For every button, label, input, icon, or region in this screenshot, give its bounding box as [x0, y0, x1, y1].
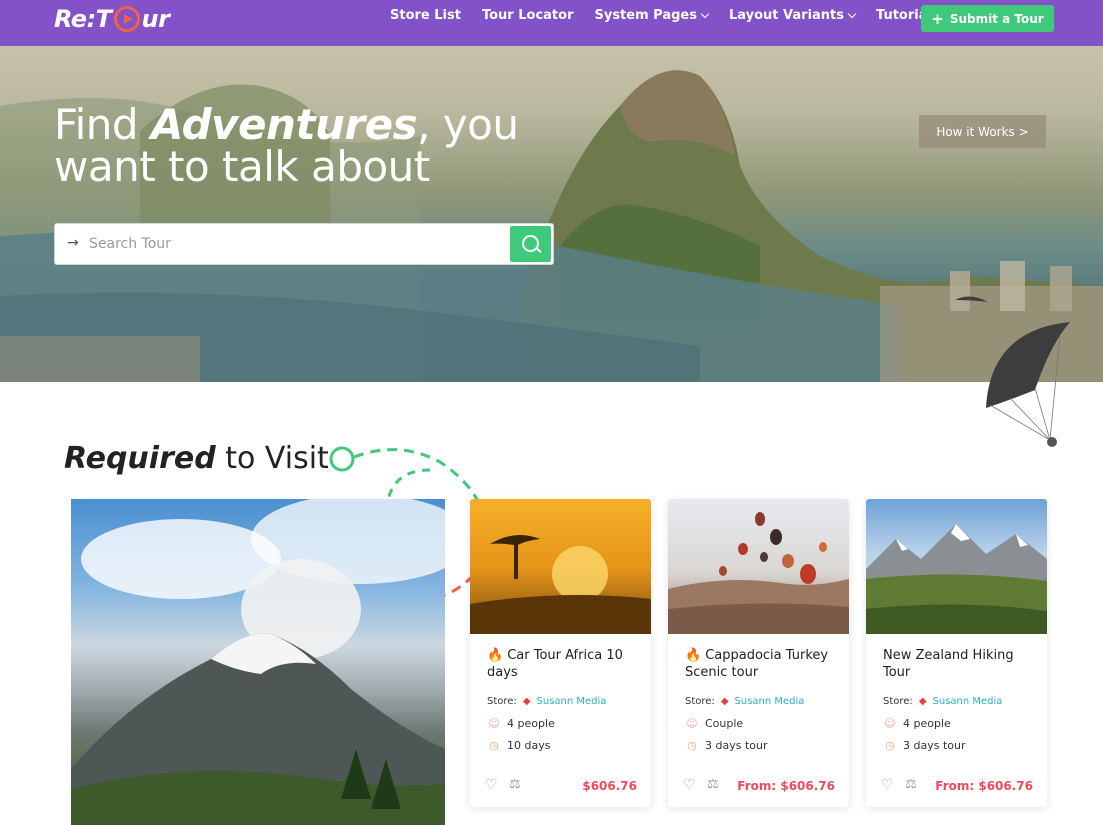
people-icon: ☺: [884, 717, 896, 730]
search-button[interactable]: [510, 226, 551, 262]
arrow-right-icon: →: [67, 235, 79, 251]
tour-card-image[interactable]: [470, 499, 651, 634]
store-logo-icon: ◆: [918, 696, 927, 707]
fire-icon: 🔥: [487, 648, 504, 663]
submit-tour-label: Submit a Tour: [949, 11, 1044, 26]
store-logo-icon: ◆: [720, 696, 729, 707]
section-title-rest: to Visit: [215, 441, 329, 476]
logo-play-icon: [113, 6, 140, 32]
tour-card-image[interactable]: [866, 499, 1047, 634]
how-it-works-button[interactable]: How it Works >: [919, 115, 1046, 148]
search-input[interactable]: [89, 232, 509, 256]
snowy-mountains-image: [866, 499, 1047, 634]
volcano-image: [71, 499, 445, 825]
hero-title-part2: , you: [417, 100, 519, 149]
menu-label: Layout Variants: [728, 8, 845, 23]
site-logo[interactable]: Re:T ur: [54, 4, 170, 34]
store-label: Store:: [685, 696, 715, 707]
tour-price: From: $606.76: [935, 779, 1033, 793]
store-link[interactable]: Susann Media: [933, 696, 1003, 707]
heart-icon[interactable]: ♡: [881, 777, 894, 793]
tour-card-title-text: New Zealand Hiking Tour: [883, 648, 1014, 680]
search-bar: →: [54, 223, 554, 265]
menu-label: Tour Locator: [481, 8, 574, 23]
fire-icon: 🔥: [685, 648, 702, 663]
store-label: Store:: [487, 696, 517, 707]
menu-item-tour-locator[interactable]: Tour Locator: [482, 8, 574, 23]
menu-item-system-pages[interactable]: System Pages: [594, 8, 710, 23]
duration-row: ◷ 10 days: [487, 739, 550, 752]
compare-scale-icon[interactable]: ⚖: [905, 777, 917, 792]
clock-icon: ◷: [489, 739, 499, 752]
store-logo-icon: ◆: [522, 696, 531, 707]
duration-value: 3 days tour: [705, 739, 768, 752]
plus-icon: +: [931, 9, 944, 28]
tour-card-footer: ♡ ⚖ From: $606.76: [668, 777, 849, 797]
tour-price: $606.76: [582, 779, 637, 793]
tour-card-footer: ♡ ⚖ $606.76: [470, 777, 651, 797]
menu-item-store-list[interactable]: Store List: [390, 8, 461, 23]
store-link[interactable]: Susann Media: [537, 696, 607, 707]
menu-label: System Pages: [594, 8, 697, 23]
featured-tour-image[interactable]: [71, 499, 445, 825]
people-row: ☺ 4 people: [487, 717, 555, 730]
store-row: Store: ◆ Susann Media: [883, 696, 1002, 707]
store-row: Store: ◆ Susann Media: [685, 696, 804, 707]
hero-title-line2: want to talk about: [54, 142, 430, 191]
people-icon: ☺: [686, 717, 698, 730]
tour-card-footer: ♡ ⚖ From: $606.76: [866, 777, 1047, 797]
compare-scale-icon[interactable]: ⚖: [707, 777, 719, 792]
tour-price: From: $606.76: [737, 779, 835, 793]
tour-card-title[interactable]: New Zealand Hiking Tour: [883, 647, 1035, 681]
duration-row: ◷ 3 days tour: [883, 739, 966, 752]
duration-value: 3 days tour: [903, 739, 966, 752]
tour-card[interactable]: 🔥 Cappadocia Turkey Scenic tour Store: ◆ …: [668, 499, 849, 807]
savanna-sunset-image: [470, 499, 651, 634]
store-link[interactable]: Susann Media: [735, 696, 805, 707]
heart-icon[interactable]: ♡: [485, 777, 498, 793]
tour-card[interactable]: New Zealand Hiking Tour Store: ◆ Susann …: [866, 499, 1047, 807]
tour-card-title-text: Cappadocia Turkey Scenic tour: [685, 648, 829, 680]
chevron-down-icon: [847, 9, 857, 18]
section-title-emphasis: Required: [64, 441, 216, 476]
tour-card-title[interactable]: 🔥 Car Tour Africa 10 days: [487, 647, 639, 681]
logo-text-right: ur: [141, 5, 170, 33]
menu-item-layout-variants[interactable]: Layout Variants: [728, 8, 857, 23]
hero-banner: Find Adventures, you want to talk about …: [0, 46, 1103, 382]
duration-row: ◷ 3 days tour: [685, 739, 768, 752]
main-menu: Store List Tour Locator System Pages Lay…: [390, 8, 940, 23]
people-icon: ☺: [488, 717, 500, 730]
compare-scale-icon[interactable]: ⚖: [509, 777, 521, 792]
heart-icon[interactable]: ♡: [683, 777, 696, 793]
submit-tour-button[interactable]: + Submit a Tour: [921, 5, 1054, 32]
store-row: Store: ◆ Susann Media: [487, 696, 606, 707]
people-value: 4 people: [507, 717, 555, 730]
section-title: Required to Visit: [64, 441, 329, 476]
tour-card-title[interactable]: 🔥 Cappadocia Turkey Scenic tour: [685, 647, 837, 681]
tour-card-title-text: Car Tour Africa 10 days: [487, 648, 623, 680]
duration-value: 10 days: [507, 739, 551, 752]
hot-air-balloons-image: [668, 499, 849, 634]
people-value: 4 people: [903, 717, 951, 730]
hero-background-image: [0, 70, 1103, 382]
tour-card-image[interactable]: [668, 499, 849, 634]
clock-icon: ◷: [687, 739, 697, 752]
store-label: Store:: [883, 696, 913, 707]
people-row: ☺ Couple: [685, 717, 743, 730]
clock-icon: ◷: [885, 739, 895, 752]
people-row: ☺ 4 people: [883, 717, 951, 730]
people-value: Couple: [705, 717, 744, 730]
chevron-down-icon: [700, 9, 710, 18]
logo-text-left: Re:T: [54, 5, 112, 33]
tour-card[interactable]: 🔥 Car Tour Africa 10 days Store: ◆ Susann…: [470, 499, 651, 807]
top-navbar: Re:T ur Store List Tour Locator System P…: [0, 0, 1103, 46]
menu-label: Store List: [390, 8, 461, 23]
hero-headline: Find Adventures, you want to talk about: [54, 104, 519, 188]
